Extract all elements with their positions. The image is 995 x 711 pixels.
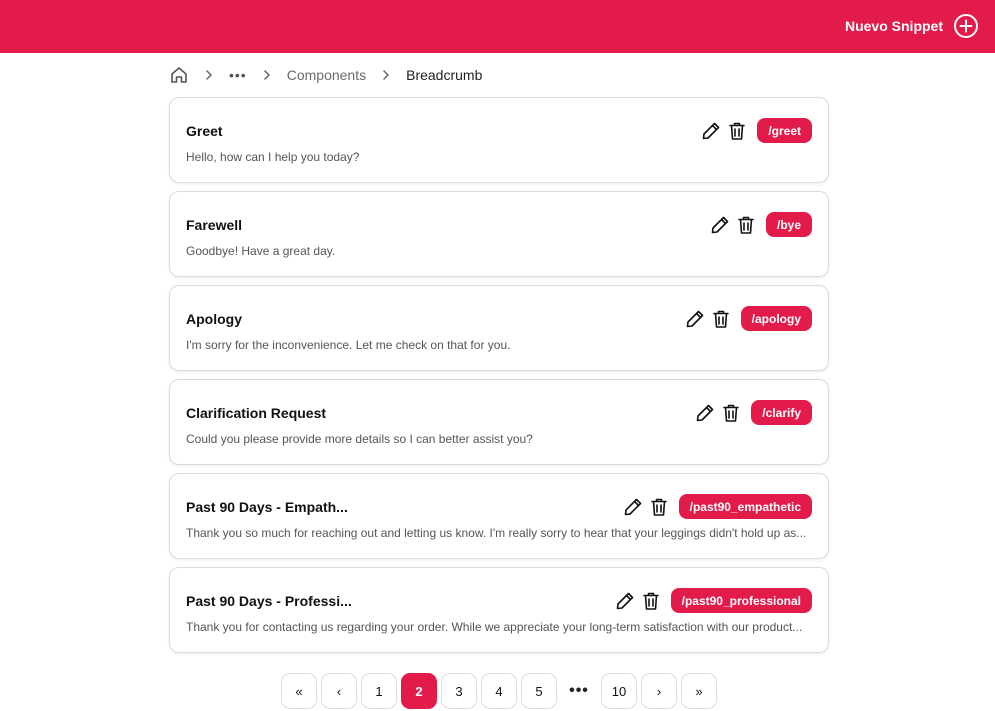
pencil-icon — [696, 404, 714, 421]
page-next-button[interactable]: › — [641, 673, 677, 709]
new-snippet-label: Nuevo Snippet — [844, 18, 943, 34]
breadcrumb: ••• Components Breadcrumb — [169, 64, 482, 86]
pencil-icon — [624, 498, 641, 515]
delete-button[interactable] — [711, 307, 731, 331]
snippet-text: Thank you so much for reaching out and l… — [186, 526, 807, 540]
new-snippet-button[interactable]: Nuevo Snippet — [845, 12, 979, 40]
snippet-actions: /past90_professional — [615, 588, 812, 613]
pagination-ellipsis: ••• — [569, 682, 589, 699]
pencil-icon — [686, 310, 703, 327]
trash-icon — [723, 404, 740, 422]
snippet-card[interactable]: Farewell Goodbye! Have a great day. /bye — [169, 191, 829, 277]
snippet-actions: /greet — [701, 118, 812, 143]
breadcrumb-components[interactable]: Components — [287, 67, 366, 83]
shortcut-tag[interactable]: /past90_professional — [670, 588, 812, 613]
edit-button[interactable] — [701, 119, 721, 143]
trash-icon — [650, 498, 667, 516]
snippet-text: Hello, how can I help you today? — [186, 150, 360, 164]
page-button[interactable]: 1 — [361, 673, 397, 709]
snippet-actions: /clarify — [695, 400, 812, 425]
pencil-icon — [711, 216, 729, 233]
pencil-icon — [616, 592, 633, 609]
snippet-actions: /apology — [685, 306, 812, 331]
shortcut-tag[interactable]: /clarify — [751, 400, 812, 425]
page-prev-button[interactable]: ‹ — [321, 673, 357, 709]
snippet-title: Clarification Request — [186, 405, 327, 421]
page-first-button[interactable]: « — [281, 673, 317, 709]
edit-button[interactable] — [685, 307, 705, 331]
snippet-card[interactable]: Clarification Request Could you please p… — [169, 379, 829, 465]
shortcut-tag[interactable]: /greet — [757, 118, 812, 143]
delete-button[interactable] — [727, 119, 747, 143]
chevron-right-icon — [260, 70, 274, 80]
snippet-card[interactable]: Past 90 Days - Empath... Thank you so mu… — [169, 473, 829, 559]
page-button[interactable]: 4 — [481, 673, 517, 709]
edit-button[interactable] — [623, 495, 643, 519]
page-button-current[interactable]: 2 — [401, 673, 437, 709]
page-button[interactable]: 10 — [601, 673, 637, 709]
delete-button[interactable] — [721, 401, 741, 425]
edit-button[interactable] — [710, 213, 730, 237]
pagination: « ‹ 1 2 3 4 5 ••• 10 › » — [281, 673, 717, 709]
delete-button[interactable] — [641, 589, 661, 613]
snippet-text: Thank you for contacting us regarding yo… — [186, 620, 803, 634]
trash-icon — [642, 592, 659, 610]
snippet-actions: /bye — [710, 212, 812, 237]
snippet-list: Greet Hello, how can I help you today? /… — [169, 97, 829, 661]
breadcrumb-current: Breadcrumb — [406, 67, 483, 83]
shortcut-tag[interactable]: /bye — [765, 212, 812, 237]
snippet-title: Past 90 Days - Empath... — [186, 499, 348, 515]
pencil-icon — [703, 122, 720, 139]
snippet-title: Greet — [186, 123, 223, 139]
delete-button[interactable] — [649, 495, 669, 519]
chevron-right-icon — [202, 70, 216, 80]
breadcrumb-ellipsis[interactable]: ••• — [229, 67, 247, 83]
top-bar: Nuevo Snippet — [0, 0, 995, 53]
snippet-title: Past 90 Days - Professi... — [186, 593, 352, 609]
shortcut-tag[interactable]: /apology — [740, 306, 812, 331]
plus-circle-icon — [954, 14, 978, 38]
trash-icon — [729, 122, 746, 140]
page-button[interactable]: 5 — [521, 673, 557, 709]
shortcut-tag[interactable]: /past90_empathetic — [678, 494, 812, 519]
snippet-text: Could you please provide more details so… — [186, 432, 533, 446]
snippet-card[interactable]: Apology I'm sorry for the inconvenience.… — [169, 285, 829, 371]
chevron-right-icon — [379, 70, 393, 80]
snippet-card[interactable]: Past 90 Days - Professi... Thank you for… — [169, 567, 829, 653]
delete-button[interactable] — [736, 213, 756, 237]
home-icon — [171, 67, 187, 83]
page-last-button[interactable]: » — [681, 673, 717, 709]
breadcrumb-home[interactable] — [169, 65, 189, 85]
snippet-text: Goodbye! Have a great day. — [186, 244, 336, 258]
snippet-text: I'm sorry for the inconvenience. Let me … — [186, 338, 511, 352]
snippet-title: Farewell — [186, 217, 243, 233]
edit-button[interactable] — [695, 401, 715, 425]
page-button[interactable]: 3 — [441, 673, 477, 709]
trash-icon — [738, 216, 754, 234]
snippet-actions: /past90_empathetic — [623, 494, 812, 519]
trash-icon — [712, 310, 729, 328]
snippet-card[interactable]: Greet Hello, how can I help you today? /… — [169, 97, 829, 183]
edit-button[interactable] — [615, 589, 635, 613]
snippet-title: Apology — [186, 311, 242, 327]
